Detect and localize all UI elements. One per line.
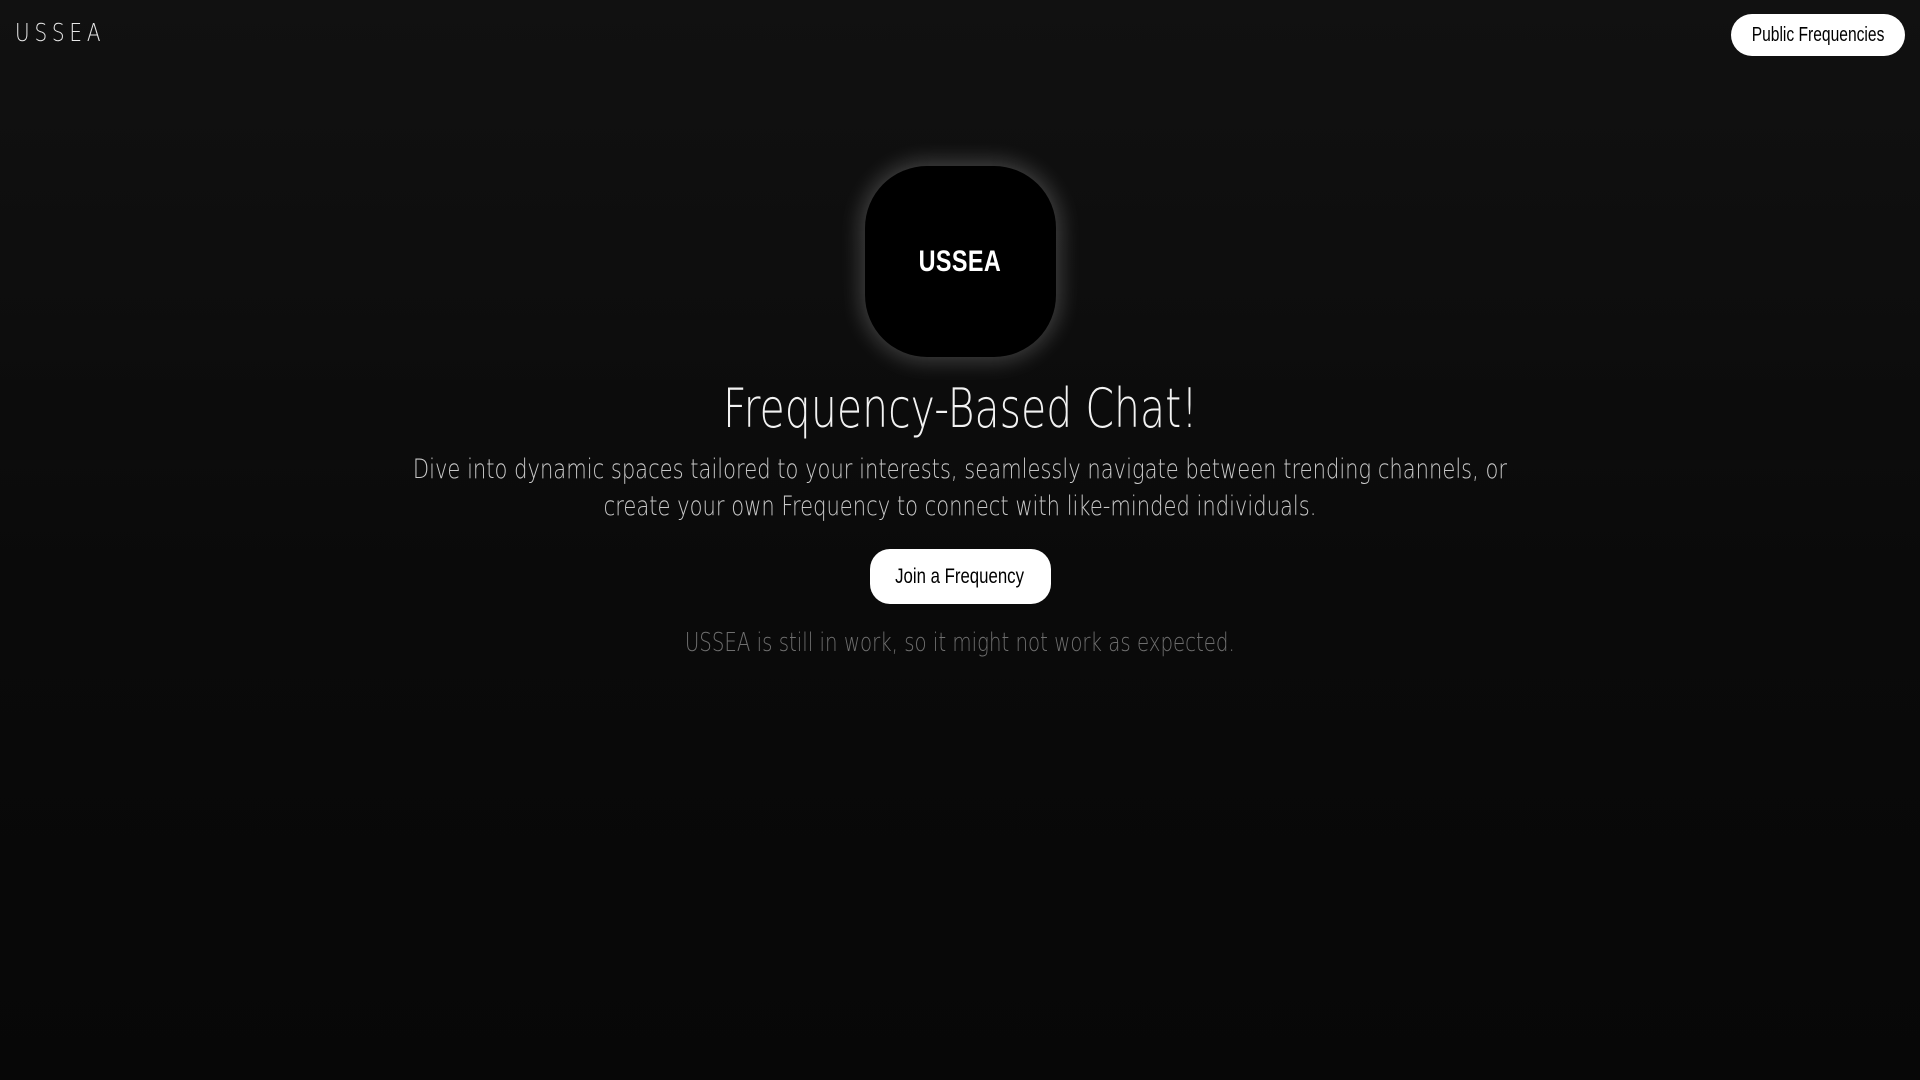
- work-in-progress-notice: USSEA is still in work, so it might not …: [685, 628, 1235, 658]
- app-logo-text: USSEA: [918, 244, 1002, 278]
- page-title: Frequency-Based Chat!: [722, 377, 1198, 440]
- hero-description: Dive into dynamic spaces tailored to you…: [412, 454, 1508, 522]
- hero-section: USSEA Frequency-Based Chat! Dive into dy…: [0, 0, 1920, 660]
- app-logo: USSEA: [864, 166, 1056, 357]
- join-frequency-label: Join a Frequency: [895, 564, 1025, 588]
- join-frequency-button[interactable]: Join a Frequency: [869, 549, 1051, 604]
